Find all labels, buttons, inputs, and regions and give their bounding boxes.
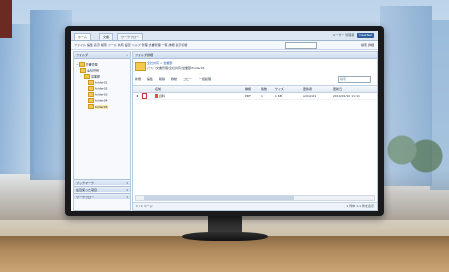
document-icon <box>142 93 147 99</box>
sidebar-section-workflow[interactable]: ワークフロー ▾ <box>74 193 130 199</box>
user-label[interactable]: ユーザー 管理者 <box>332 33 354 37</box>
status-bar: 1 / 1 ページ 1 件中 1-1 件を表示 <box>133 202 377 210</box>
page-info: 1 件中 1-1 件を表示 <box>346 204 374 208</box>
brand-logo: DeskNet <box>357 33 374 38</box>
corner-accent <box>0 0 12 38</box>
pagination[interactable]: 1 / 1 ページ <box>136 204 153 209</box>
monitor: ホーム 文書 ワークフロー ユーザー 管理者 DeskNet ファイル 編集 表… <box>65 26 384 216</box>
top-right-area: ユーザー 管理者 DeskNet <box>332 33 374 38</box>
folder-icon <box>88 92 94 97</box>
download-icon[interactable]: ⬇ <box>136 93 139 99</box>
monitor-stand-neck <box>208 216 242 233</box>
col-updated-by[interactable]: 更新者 <box>303 86 312 92</box>
tree-node-sales[interactable]: 営業部 <box>84 74 100 79</box>
copy-button[interactable]: コピー <box>183 77 192 81</box>
col-updated-at[interactable]: 更新日 <box>333 86 342 92</box>
move-button[interactable]: 移動 <box>171 77 177 81</box>
table-row[interactable]: ⬇ 資料 PDF 1 1 KB admin01 2014/01/10 11:11 <box>133 93 377 100</box>
col-type[interactable]: 種類 <box>245 86 251 92</box>
folder-info: 全社共有 > 営業部 パス: /文書管理/全社共有/営業部/folder05 <box>135 61 373 73</box>
col-size[interactable]: サイズ <box>275 86 284 92</box>
folder-tree: − 文書管理 全社共有 営業部 folder01 folder02 folder0… <box>74 59 130 159</box>
building-left <box>0 24 34 174</box>
file-table: 名前 種類 版数 サイズ 更新者 更新日 ⬇ 資料 PDF 1 1 KB adm… <box>133 85 377 100</box>
main-title: フォルダ詳細 <box>135 53 154 57</box>
toolbar: 新規 編集 削除 移動 コピー 一括処理 検索 <box>135 76 373 83</box>
tree-node-folder03[interactable]: folder03 <box>88 92 108 97</box>
folder-icon <box>88 104 94 109</box>
folder-icon <box>88 98 94 103</box>
row-updated-at: 2014/01/10 11:11 <box>333 94 360 98</box>
app-screen: ホーム 文書 ワークフロー ユーザー 管理者 DeskNet ファイル 編集 表… <box>71 31 378 211</box>
pdf-icon <box>155 94 158 98</box>
menu-items[interactable]: ファイル 編集 表示 検索 ツール 共有 設定 ヘルプ 管理 文書管理 一覧 詳… <box>74 43 187 47</box>
tab-home[interactable]: ホーム <box>74 33 91 40</box>
sidebar-section-recent[interactable]: 最近使った項目 ▾ <box>74 186 130 192</box>
tree-node-folder04[interactable]: folder04 <box>88 98 108 103</box>
new-button[interactable]: 新規 <box>135 77 141 81</box>
main-panel: フォルダ詳細 全社共有 > 営業部 パス: /文書管理/全社共有/営業部/fol… <box>132 51 378 211</box>
scrollbar-thumb[interactable] <box>144 196 294 200</box>
tree-node-folder05[interactable]: folder05 <box>88 104 108 109</box>
folder-icon <box>88 86 94 91</box>
folder-icon <box>84 74 90 79</box>
horizontal-scrollbar[interactable] <box>135 195 375 201</box>
edit-button[interactable]: 編集 <box>147 77 153 81</box>
tree-node-folder02[interactable]: folder02 <box>88 86 108 91</box>
folder-path: パス: /文書管理/全社共有/営業部/folder05 <box>147 66 205 70</box>
sidebar-header: フォルダ « <box>74 52 130 59</box>
menu-bar: ファイル 編集 表示 検索 ツール 共有 設定 ヘルプ 管理 文書管理 一覧 詳… <box>71 41 378 50</box>
collapse-icon[interactable]: « <box>126 52 128 58</box>
tab-documents[interactable]: 文書 <box>99 33 114 40</box>
row-type: PDF <box>245 94 251 98</box>
tree-node-root[interactable]: − 文書管理 <box>76 62 98 67</box>
row-updated-by: admin01 <box>303 94 317 98</box>
tab-bar: ホーム 文書 ワークフロー ユーザー 管理者 DeskNet <box>71 31 378 41</box>
sidebar-section-bookmarks[interactable]: ブックマーク ▾ <box>74 179 130 185</box>
col-name[interactable]: 名前 <box>155 86 161 92</box>
folder-large-icon <box>135 62 146 71</box>
tab-workflow[interactable]: ワークフロー <box>117 33 144 40</box>
row-name[interactable]: 資料 <box>155 93 165 99</box>
sidebar-title: フォルダ <box>76 53 89 57</box>
folder-icon <box>80 68 86 73</box>
desk-surface <box>0 236 449 272</box>
monitor-stand-base <box>182 232 268 241</box>
tree-node-shared[interactable]: 全社共有 <box>80 68 99 73</box>
batch-button[interactable]: 一括処理 <box>199 77 211 81</box>
main-header: フォルダ詳細 <box>133 52 377 59</box>
col-version[interactable]: 版数 <box>261 86 267 92</box>
row-size: 1 KB <box>275 94 282 98</box>
delete-button[interactable]: 削除 <box>159 77 165 81</box>
sidebar: フォルダ « −文書管理 全社共有 営業部 folder01 folder02 <box>73 51 131 211</box>
menu-search-links[interactable]: 検索 詳細 <box>361 43 374 47</box>
list-search-input[interactable]: 検索 <box>338 76 371 83</box>
row-version: 1 <box>261 94 263 98</box>
folder-icon <box>78 62 85 67</box>
menu-search-input[interactable] <box>285 42 317 49</box>
folder-name-link[interactable]: 全社共有 > 営業部 <box>147 61 172 65</box>
table-header: 名前 種類 版数 サイズ 更新者 更新日 <box>133 85 377 93</box>
tree-node-folder01[interactable]: folder01 <box>88 80 108 85</box>
folder-icon <box>88 80 94 85</box>
chevron-down-icon[interactable]: ▾ <box>126 194 128 200</box>
